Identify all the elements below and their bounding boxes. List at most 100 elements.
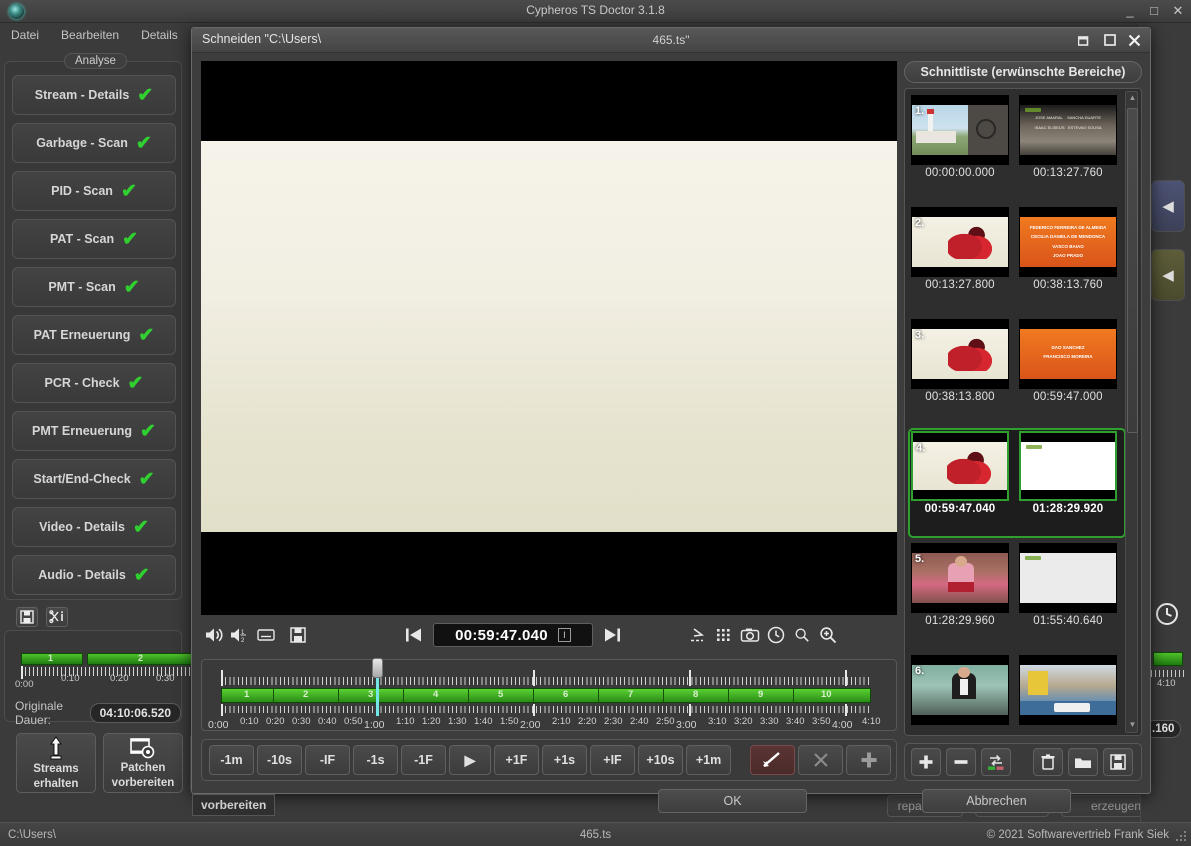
panel-collapse-blue-button[interactable]: ◀: [1151, 180, 1185, 232]
streams-erhalten-button[interactable]: Streams erhalten: [16, 733, 96, 793]
zoom-out-icon[interactable]: [789, 622, 815, 648]
patchen-vorbereiten-button[interactable]: Patchen vorbereiten: [103, 733, 183, 793]
close-icon[interactable]: [1127, 32, 1142, 48]
cutlist-row-1[interactable]: 1. 00:00:00.000 JOSE AMARAL SANCHA DUART…: [908, 92, 1126, 202]
jump-end-icon[interactable]: [599, 622, 625, 648]
volume-half-icon[interactable]: 12: [227, 622, 253, 648]
range-start[interactable]: 1. 00:00:00.000: [911, 95, 1009, 179]
scrollbar-thumb[interactable]: [1127, 108, 1138, 433]
playhead-knob[interactable]: [372, 658, 383, 678]
remove-range-button[interactable]: [946, 748, 976, 776]
jump-start-icon[interactable]: [401, 622, 427, 648]
range-end[interactable]: FEDERICO FERREIRA DE ALMEIDACECILIA DANI…: [1019, 207, 1117, 291]
range-end[interactable]: 01:28:29.920: [1019, 431, 1117, 515]
transport-play[interactable]: ▶: [449, 745, 491, 775]
transport-plus-1s[interactable]: +1s: [542, 745, 587, 775]
save-icon[interactable]: [16, 607, 38, 627]
add-range-button[interactable]: [911, 748, 941, 776]
analyse-item-video-details[interactable]: Video - Details✔: [12, 507, 176, 547]
analyse-item-pmt-scan[interactable]: PMT - Scan✔: [12, 267, 176, 307]
video-preview[interactable]: [201, 61, 897, 615]
volume-icon[interactable]: [201, 622, 227, 648]
cut-info-icon[interactable]: [46, 607, 68, 627]
ok-button[interactable]: OK: [658, 789, 807, 813]
cutlist-row-4-selected[interactable]: 4. 00:59:47.040 01:28:29.920: [908, 428, 1126, 538]
range-start[interactable]: 3. 00:38:13.800: [911, 319, 1009, 403]
playhead[interactable]: [376, 672, 379, 716]
transport-minus-iframe[interactable]: -IF: [305, 745, 350, 775]
analyse-item-pat-erneuerung[interactable]: PAT Erneuerung✔: [12, 315, 176, 355]
cutlist-row-6[interactable]: 6.: [908, 652, 1126, 736]
current-time-field[interactable]: 00:59:47.040 I: [433, 623, 593, 647]
mini-timeline[interactable]: 1 2 0:00 0:10 0:20 0:30: [13, 653, 198, 695]
grid-icon[interactable]: [711, 622, 737, 648]
thumbnail-end[interactable]: FEDERICO FERREIRA DE ALMEIDACECILIA DANI…: [1019, 207, 1117, 277]
transport-plus-1frame[interactable]: +1F: [494, 745, 539, 775]
thumbnail-end[interactable]: JOSE AMARAL SANCHA DUARTEISAAC ELISEUS E…: [1019, 95, 1117, 165]
cutlist-row-3[interactable]: 3. 00:38:13.800 DAO SANCHEZFRANCISCO MOR…: [908, 316, 1126, 426]
thumbnail-end[interactable]: [1019, 543, 1117, 613]
transport-minus-1m[interactable]: -1m: [209, 745, 254, 775]
thumbnail-start[interactable]: 4.: [911, 431, 1009, 501]
range-start[interactable]: 2. 00:13:27.800: [911, 207, 1009, 291]
set-cut-point-button[interactable]: x: [750, 745, 795, 775]
delete-cut-button[interactable]: [798, 745, 843, 775]
zoom-in-icon[interactable]: [815, 622, 841, 648]
save-frame-icon[interactable]: [285, 622, 311, 648]
analyse-item-garbage-scan[interactable]: Garbage - Scan✔: [12, 123, 176, 163]
thumbnail-end[interactable]: [1019, 655, 1117, 725]
clock-icon[interactable]: [1155, 602, 1179, 626]
marker-icon[interactable]: [685, 622, 711, 648]
range-end[interactable]: JOSE AMARAL SANCHA DUARTEISAAC ELISEUS E…: [1019, 95, 1117, 179]
transport-minus-1frame[interactable]: -1F: [401, 745, 446, 775]
transport-minus-10s[interactable]: -10s: [257, 745, 302, 775]
mini-segment-1[interactable]: 1: [21, 653, 83, 665]
close-icon[interactable]: ✕: [1171, 3, 1185, 18]
transport-plus-iframe[interactable]: +IF: [590, 745, 635, 775]
range-start[interactable]: 6.: [911, 655, 1009, 727]
restore-down-icon[interactable]: [1077, 32, 1092, 48]
transport-plus-10s[interactable]: +10s: [638, 745, 683, 775]
thumbnail-start[interactable]: 5.: [911, 543, 1009, 613]
analyse-item-pcr-check[interactable]: PCR - Check✔: [12, 363, 176, 403]
transport-minus-1s[interactable]: -1s: [353, 745, 398, 775]
analyse-item-audio-details[interactable]: Audio - Details✔: [12, 555, 176, 595]
menu-datei[interactable]: Datei: [0, 26, 50, 44]
timeline-segments-bar[interactable]: [221, 688, 871, 703]
analyse-item-start-end-check[interactable]: Start/End-Check✔: [12, 459, 176, 499]
maximize-icon[interactable]: [1102, 32, 1117, 48]
mini-segment-2[interactable]: 2: [87, 653, 199, 665]
range-end[interactable]: 01:55:40.640: [1019, 543, 1117, 627]
clock-icon[interactable]: [763, 622, 789, 648]
camera-icon[interactable]: [737, 622, 763, 648]
scroll-down-icon[interactable]: ▼: [1127, 720, 1138, 731]
subtitle-icon[interactable]: [253, 622, 279, 648]
range-end[interactable]: DAO SANCHEZFRANCISCO MOREIRA 00:59:47.00…: [1019, 319, 1117, 403]
cutlist-row-2[interactable]: 2. 00:13:27.800 FEDERICO FERREIRA DE ALM…: [908, 204, 1126, 314]
menu-bearbeiten[interactable]: Bearbeiten: [50, 26, 130, 44]
thumbnail-end[interactable]: DAO SANCHEZFRANCISCO MOREIRA: [1019, 319, 1117, 389]
thumbnail-start[interactable]: 3.: [911, 319, 1009, 389]
cutlist-row-5[interactable]: 5. 01:28:29.960 01:55:40.640: [908, 540, 1126, 650]
invert-ranges-button[interactable]: [981, 748, 1011, 776]
thumbnail-start[interactable]: 1.: [911, 95, 1009, 165]
menu-details[interactable]: Details: [130, 26, 189, 44]
analyse-item-pid-scan[interactable]: PID - Scan✔: [12, 171, 176, 211]
range-end[interactable]: [1019, 655, 1117, 727]
main-timeline[interactable]: 1 2 3 4 5 6 7 8 9 10 0:00 1:00 2:00 3:00…: [201, 659, 897, 731]
thumbnail-start[interactable]: 2.: [911, 207, 1009, 277]
cutlist-scrollbar[interactable]: ▲ ▼: [1125, 91, 1138, 733]
range-start[interactable]: 4. 00:59:47.040: [911, 431, 1009, 515]
thumbnail-end[interactable]: [1019, 431, 1117, 501]
scroll-up-icon[interactable]: ▲: [1127, 93, 1138, 104]
range-start[interactable]: 5. 01:28:29.960: [911, 543, 1009, 627]
analyse-item-pmt-erneuerung[interactable]: PMT Erneuerung✔: [12, 411, 176, 451]
cutlist-scroll-area[interactable]: 1. 00:00:00.000 JOSE AMARAL SANCHA DUART…: [904, 88, 1142, 736]
analyse-item-pat-scan[interactable]: PAT - Scan✔: [12, 219, 176, 259]
open-list-button[interactable]: [1068, 748, 1098, 776]
add-cut-button[interactable]: [846, 745, 891, 775]
delete-all-button[interactable]: [1033, 748, 1063, 776]
save-list-button[interactable]: [1103, 748, 1133, 776]
cancel-button[interactable]: Abbrechen: [922, 789, 1071, 813]
panel-collapse-olive-button[interactable]: ◀: [1151, 249, 1185, 301]
